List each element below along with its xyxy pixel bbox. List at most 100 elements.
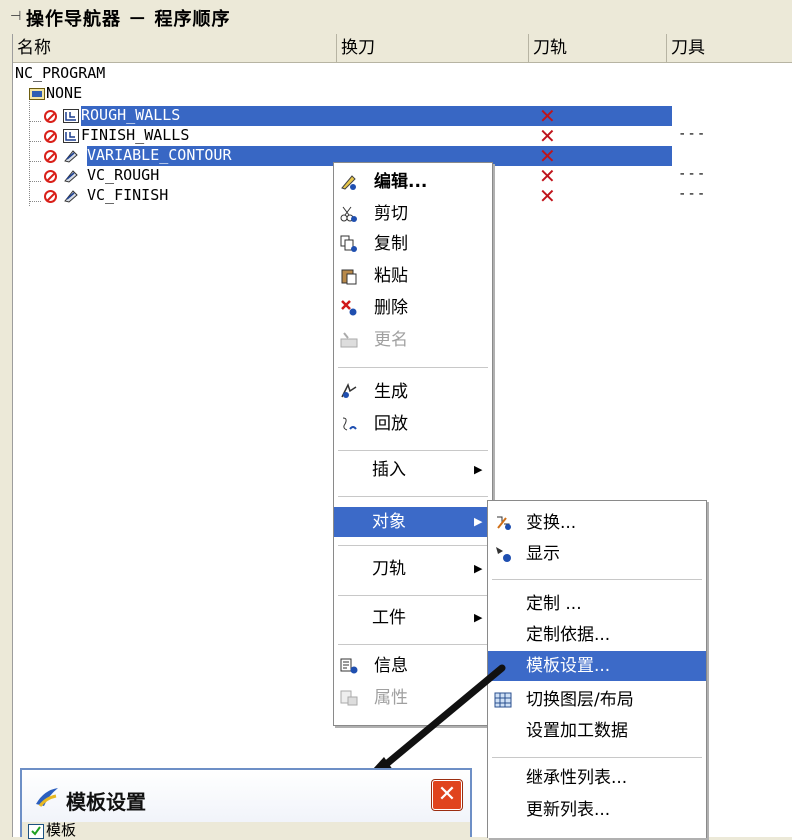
menu-label: 粘贴 — [374, 266, 408, 286]
menu-item-toolpath[interactable]: 刀轨 ▶ — [334, 554, 492, 584]
variable-contour-icon — [64, 150, 78, 163]
context-menu: 编辑... 剪切 复制 粘贴 删除 更名 生成 回放 插入 ▶ 对象 ▶ 刀轨 … — [333, 162, 493, 726]
tree-item-vc-rough[interactable]: VC_ROUGH — [87, 166, 159, 184]
tree-item-finish-walls[interactable]: FINISH_WALLS — [81, 126, 189, 144]
submenu-arrow-icon: ▶ — [474, 515, 483, 528]
menu-item-edit[interactable]: 编辑... — [334, 167, 492, 197]
tree-line — [29, 96, 30, 206]
tool-value: --- — [678, 186, 707, 202]
rename-icon — [340, 332, 358, 348]
tree-line — [29, 161, 41, 162]
object-submenu: 变换... 显示 定制 ... 定制依据... 模板设置... 切换图层/布局 … — [487, 500, 707, 838]
tree-line — [29, 141, 41, 142]
submenu-item-toggle-layer-layout[interactable]: 切换图层/布局 — [488, 685, 706, 715]
variable-contour-icon — [64, 190, 78, 203]
no-toolpath-icon — [44, 110, 57, 123]
menu-item-workpiece[interactable]: 工件 ▶ — [334, 603, 492, 633]
submenu-item-customize[interactable]: 定制 ... — [488, 589, 706, 619]
window-title: 操作导航器 － 程序顺序 — [26, 9, 231, 30]
app-logo-icon — [36, 788, 58, 807]
menu-item-replay[interactable]: 回放 — [334, 409, 492, 439]
menu-item-object[interactable]: 对象 ▶ — [334, 507, 492, 537]
menu-label: 刀轨 — [372, 559, 406, 579]
menu-item-rename[interactable]: 更名 — [334, 325, 492, 355]
submenu-item-transform[interactable]: 变换... — [488, 508, 706, 538]
submenu-item-customize-basis[interactable]: 定制依据... — [488, 620, 706, 650]
submenu-item-set-machining-data[interactable]: 设置加工数据 — [488, 716, 706, 746]
tree-group-none[interactable]: NONE — [46, 84, 82, 102]
copy-icon — [340, 235, 357, 252]
tree-line — [29, 181, 41, 182]
column-tool-change[interactable]: 换刀 — [337, 34, 529, 62]
menu-label: 模板设置... — [526, 656, 611, 676]
toolpath-missing-icon: ✕ — [539, 184, 556, 208]
submenu-item-inheritance-list[interactable]: 继承性列表... — [488, 763, 706, 793]
submenu-item-update-list[interactable]: 更新列表... — [488, 795, 706, 825]
menu-item-delete[interactable]: 删除 — [334, 293, 492, 323]
close-button[interactable]: ✕ — [432, 780, 462, 810]
transform-icon — [497, 516, 511, 530]
dialog-body: 模板 — [20, 821, 472, 839]
menu-label: 显示 — [526, 544, 560, 564]
submenu-item-display[interactable]: 显示 — [488, 539, 706, 569]
no-toolpath-icon — [44, 190, 57, 203]
menu-separator — [338, 496, 488, 498]
edit-icon — [341, 175, 356, 190]
no-toolpath-icon — [44, 170, 57, 183]
tree-item-variable-contour[interactable]: VARIABLE_CONTOUR — [87, 146, 232, 164]
menu-label: 回放 — [374, 414, 408, 434]
menu-separator — [492, 579, 702, 581]
menu-item-copy[interactable]: 复制 — [334, 229, 492, 259]
variable-contour-icon — [64, 170, 78, 183]
generate-icon — [341, 383, 357, 398]
dialog-title-bar: 模板设置 ✕ — [20, 768, 472, 822]
tree-item-vc-finish[interactable]: VC_FINISH — [87, 186, 168, 204]
menu-label: 编辑... — [374, 172, 428, 192]
submenu-item-template-setup[interactable]: 模板设置... — [488, 651, 706, 681]
menu-label: 定制依据... — [526, 625, 611, 645]
planar-mill-icon — [63, 129, 79, 143]
menu-item-generate[interactable]: 生成 — [334, 377, 492, 407]
tool-value: --- — [678, 146, 707, 162]
close-icon: ✕ — [437, 782, 457, 807]
menu-label: 复制 — [374, 234, 408, 254]
menu-label: 切换图层/布局 — [526, 690, 634, 710]
column-tool[interactable]: 刀具 — [667, 34, 792, 62]
menu-label: 更新列表... — [526, 800, 611, 820]
menu-item-insert[interactable]: 插入 ▶ — [334, 455, 492, 485]
no-toolpath-icon — [44, 130, 57, 143]
menu-label: 定制 ... — [526, 594, 582, 614]
checkmark-icon — [31, 826, 41, 836]
no-toolpath-icon — [44, 150, 57, 163]
column-toolpath[interactable]: 刀轨 — [529, 34, 667, 62]
tool-value: --- — [678, 166, 707, 182]
program-group-icon — [29, 88, 45, 100]
navigator-title-bar: ⊣ 操作导航器 － 程序顺序 — [0, 0, 792, 34]
planar-mill-icon — [63, 109, 79, 123]
menu-item-cut[interactable]: 剪切 — [334, 199, 492, 229]
tool-value: --- — [678, 126, 707, 142]
menu-item-paste[interactable]: 粘贴 — [334, 261, 492, 291]
column-name[interactable]: 名称 — [13, 34, 337, 62]
menu-separator — [338, 644, 488, 646]
menu-label: 更名 — [374, 330, 408, 350]
menu-label: 删除 — [374, 298, 408, 318]
toolpath-missing-icon: ✕ — [539, 124, 556, 148]
menu-label: 对象 — [372, 512, 406, 532]
tree-item-rough-walls[interactable]: ROUGH_WALLS — [81, 106, 180, 124]
pin-icon[interactable]: ⊣ — [10, 9, 21, 24]
display-icon — [496, 547, 511, 562]
menu-label: 生成 — [374, 382, 408, 402]
menu-label: 变换... — [526, 513, 577, 533]
menu-separator — [492, 757, 702, 759]
menu-label: 剪切 — [374, 204, 408, 224]
submenu-arrow-icon: ▶ — [474, 562, 483, 575]
tree-root-nc-program[interactable]: NC_PROGRAM — [15, 64, 105, 82]
submenu-arrow-icon: ▶ — [474, 611, 483, 624]
tool-value: --- — [678, 106, 707, 122]
submenu-arrow-icon: ▶ — [474, 463, 483, 476]
menu-separator — [338, 367, 488, 369]
menu-label: 工件 — [372, 608, 406, 628]
tree-line — [29, 121, 41, 122]
paste-icon — [341, 269, 357, 285]
